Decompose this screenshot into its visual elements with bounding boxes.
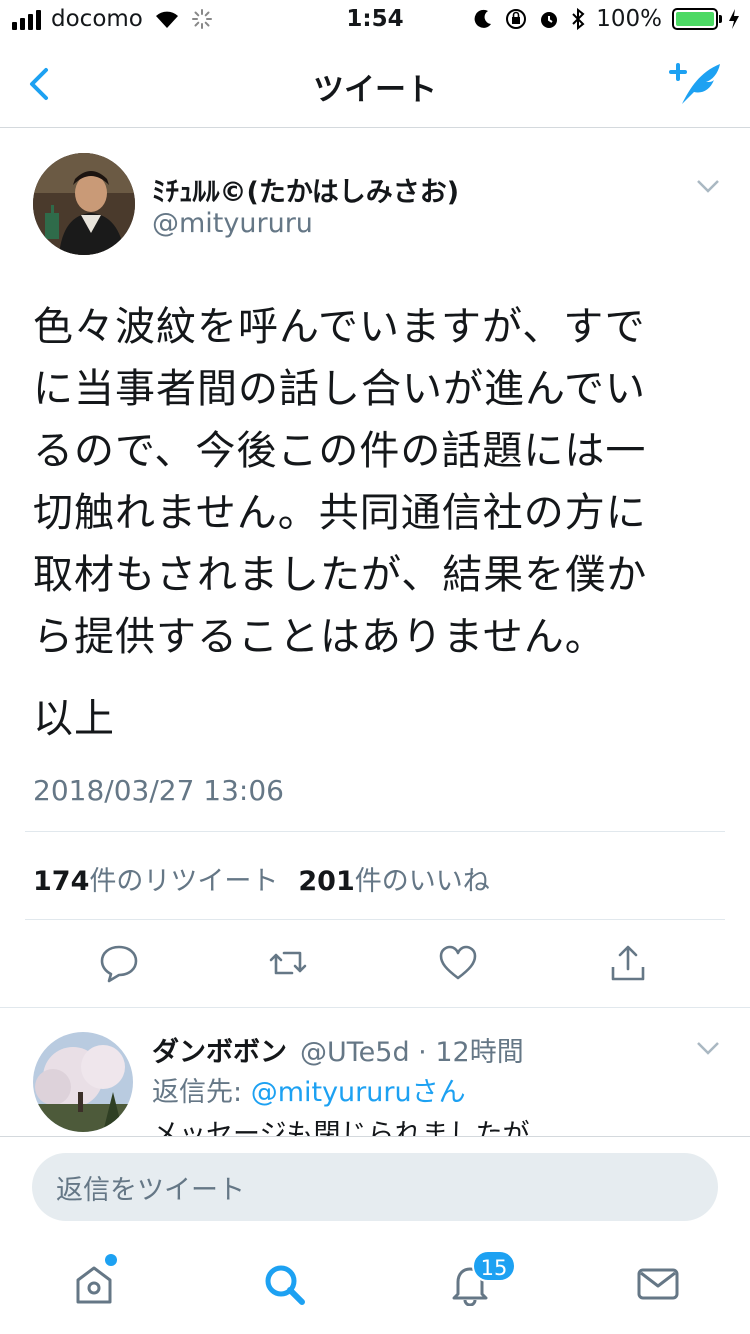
chevron-down-icon[interactable] [696,1040,720,1056]
charging-bolt-icon [729,9,739,29]
tweet-body: 色々波紋を呼んでいますが、すで に当事者間の話し合いが進んでい るので、今後この… [33,296,723,770]
notification-badge: 15 [472,1250,516,1282]
reply-to-suffix: さん [411,1077,466,1108]
tweet-stats: 174件のリツイート 201件のいいね [33,859,490,898]
tweet-paragraph: 以上 [33,696,115,742]
like-label: 件のいいね [354,866,490,897]
tweet-timestamp: 2018/03/27 13:06 [33,774,284,807]
avatar[interactable] [33,1032,133,1132]
tab-bar: 15 [0,1236,750,1334]
reply-to-line: 返信先: @mityururuさん [152,1070,466,1109]
tweet-paragraph: 色々波紋を呼んでいますが、すで に当事者間の話し合いが進んでい るので、今後この… [33,304,648,660]
like-heart-icon[interactable] [438,943,478,983]
home-new-content-dot [105,1254,117,1266]
reply-meta: @UTe5d · 12時間 [300,1037,524,1068]
home-icon[interactable] [72,1262,116,1306]
page-title: ツイート [313,72,437,108]
like-stat[interactable]: 201件のいいね [298,859,489,898]
battery-icon [672,8,722,30]
retweet-icon[interactable] [268,943,308,983]
retweet-label: 件のリツイート [89,866,279,897]
author-name[interactable]: ﾐﾁｭﾙﾙ©(たかはしみさお) [152,170,459,209]
do-not-disturb-moon-icon [474,9,492,28]
retweet-stat[interactable]: 174件のリツイート [33,859,278,898]
author-handle[interactable]: @mityururu [152,208,313,239]
reply-text: メッセージも閉じられましたが [152,1119,530,1136]
reply-icon[interactable] [99,943,139,983]
reply-tweet[interactable]: ダンボボン @UTe5d · 12時間 返信先: @mityururuさん メッ… [0,1008,750,1136]
divider [25,831,725,832]
reply-author-name[interactable]: ダンボボン [152,1030,287,1069]
retweet-count: 174 [33,866,90,897]
battery-percent: 100% [596,6,662,32]
reply-to-prefix: 返信先: [152,1077,251,1108]
alarm-clock-icon [541,12,558,28]
compose-tweet-icon[interactable] [668,58,724,108]
search-icon[interactable] [262,1262,306,1306]
avatar[interactable] [33,153,135,255]
reply-input[interactable]: 返信をツイート [32,1153,718,1221]
reply-to-handle-link[interactable]: @mityururu [251,1077,412,1108]
navigation-bar: ツイート [0,40,750,128]
share-icon[interactable] [608,943,648,983]
tweet-actions [0,943,750,987]
chevron-down-icon[interactable] [696,178,720,194]
bluetooth-icon [572,7,585,31]
messages-envelope-icon[interactable] [636,1262,680,1306]
orientation-lock-icon [506,9,527,29]
divider [25,919,725,920]
reply-composer-bar: 返信をツイート [0,1136,750,1236]
status-bar: docomo 1:54 100% [0,0,750,40]
like-count: 201 [298,866,355,897]
